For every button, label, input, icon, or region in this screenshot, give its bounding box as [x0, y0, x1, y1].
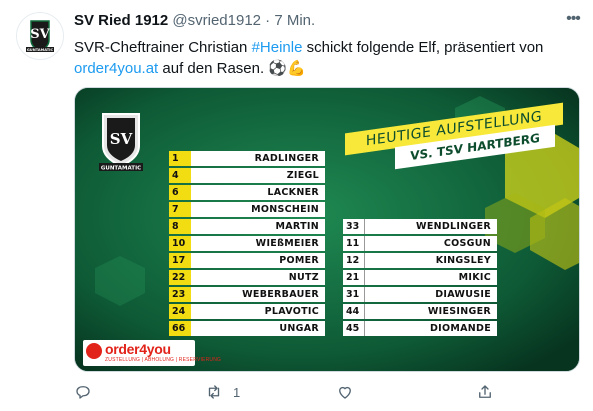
- url-link[interactable]: order4you.at: [74, 60, 158, 77]
- player-name: RADLINGER: [191, 151, 325, 166]
- substitute-player-row: 45 DIOMANDE: [343, 321, 497, 336]
- starting-player-row: 23 WEBERBAUER: [169, 287, 325, 302]
- club-logo-icon: SV GUNTAMATIC: [99, 113, 143, 172]
- tweet-header: SV Ried 1912 @svried1912 · 7 Min.: [74, 12, 315, 29]
- starting-player-row: 7 MONSCHEIN: [169, 202, 325, 217]
- hashtag-link[interactable]: #Heinle: [252, 39, 303, 56]
- retweet-icon: [208, 385, 220, 399]
- player-number: 45: [343, 321, 365, 336]
- player-name: WEBERBAUER: [191, 287, 325, 302]
- starting-player-row: 1 RADLINGER: [169, 151, 325, 166]
- starting-player-row: 66 UNGAR: [169, 321, 325, 336]
- player-number: 23: [169, 287, 191, 302]
- club-crest-icon: SV GUNTAMATIC: [17, 13, 63, 59]
- cutlery-icon: [86, 343, 102, 359]
- player-name: LACKNER: [191, 185, 325, 200]
- sponsor-tagline: ZUSTELLUNG | ABHOLUNG | RESERVIERUNG: [105, 357, 222, 363]
- player-number: 7: [169, 202, 191, 217]
- player-name: MONSCHEIN: [191, 202, 325, 217]
- player-name: WIESINGER: [365, 304, 497, 319]
- reply-icon: [76, 386, 90, 399]
- player-name: UNGAR: [191, 321, 325, 336]
- player-number: 31: [343, 287, 365, 302]
- player-number: 17: [169, 253, 191, 268]
- retweet-button[interactable]: 1: [205, 381, 240, 403]
- player-number: 8: [169, 219, 191, 234]
- starting-player-row: 6 LACKNER: [169, 185, 325, 200]
- starting-player-row: 10 WIEßMEIER: [169, 236, 325, 251]
- user-handle[interactable]: @svried1912: [172, 12, 261, 29]
- display-name[interactable]: SV Ried 1912: [74, 12, 168, 29]
- player-number: 11: [343, 236, 365, 251]
- lineup-image[interactable]: SV GUNTAMATIC HEUTIGE AUFSTELLUNG VS. TS…: [74, 87, 580, 372]
- starting-player-row: 22 NUTZ: [169, 270, 325, 285]
- player-name: DIAWUSIE: [365, 287, 497, 302]
- player-number: 21: [343, 270, 365, 285]
- player-number: 33: [343, 219, 365, 234]
- player-number: 10: [169, 236, 191, 251]
- player-name: KINGSLEY: [365, 253, 497, 268]
- tweet-text: SVR-Cheftrainer Christian #Heinle schick…: [74, 37, 574, 79]
- starting-player-row: 17 POMER: [169, 253, 325, 268]
- retweet-count: 1: [233, 384, 241, 400]
- player-name: POMER: [191, 253, 325, 268]
- player-name: MARTIN: [191, 219, 325, 234]
- player-name: WENDLINGER: [365, 219, 497, 234]
- like-button[interactable]: [336, 381, 364, 403]
- player-number: 24: [169, 304, 191, 319]
- player-name: WIEßMEIER: [191, 236, 325, 251]
- separator-dot: ·: [265, 12, 271, 29]
- player-name: DIOMANDE: [365, 321, 497, 336]
- avatar[interactable]: SV GUNTAMATIC: [16, 12, 64, 60]
- tweet-text-part: auf den Rasen. ⚽💪: [158, 60, 306, 77]
- tweet-actions: 1: [74, 381, 578, 405]
- player-number: 4: [169, 168, 191, 183]
- more-options-icon[interactable]: •••: [563, 11, 583, 32]
- heart-icon: [339, 386, 351, 399]
- player-number: 1: [169, 151, 191, 166]
- starting-player-row: 8 MARTIN: [169, 219, 325, 234]
- player-number: 12: [343, 253, 365, 268]
- substitute-player-row: 44 WIESINGER: [343, 304, 497, 319]
- player-name: NUTZ: [191, 270, 325, 285]
- timestamp[interactable]: 7 Min.: [274, 12, 315, 29]
- svg-text:SV: SV: [30, 27, 50, 42]
- starting-player-row: 4 ZIEGL: [169, 168, 325, 183]
- sponsor-logo: order4you ZUSTELLUNG | ABHOLUNG | RESERV…: [83, 340, 221, 366]
- tweet-text-part: SVR-Cheftrainer Christian: [74, 39, 252, 56]
- substitute-player-row: 21 MIKIC: [343, 270, 497, 285]
- svg-text:SV: SV: [110, 130, 133, 148]
- sponsor-brand: order4you: [105, 341, 171, 357]
- player-name: MIKIC: [365, 270, 497, 285]
- tweet-text-part: schickt folgende Elf, präsentiert von: [302, 39, 544, 56]
- svg-text:GUNTAMATIC: GUNTAMATIC: [27, 48, 54, 52]
- starting-player-row: 24 PLAVOTIC: [169, 304, 325, 319]
- player-name: ZIEGL: [191, 168, 325, 183]
- share-button[interactable]: [476, 381, 494, 403]
- substitute-player-row: 31 DIAWUSIE: [343, 287, 497, 302]
- share-icon: [479, 385, 491, 398]
- player-number: 6: [169, 185, 191, 200]
- svg-text:GUNTAMATIC: GUNTAMATIC: [101, 166, 141, 172]
- substitute-player-row: 33 WENDLINGER: [343, 219, 497, 234]
- player-name: COSGUN: [365, 236, 497, 251]
- player-number: 66: [169, 321, 191, 336]
- player-name: PLAVOTIC: [191, 304, 325, 319]
- substitute-player-row: 12 KINGSLEY: [343, 253, 497, 268]
- player-number: 22: [169, 270, 191, 285]
- player-number: 44: [343, 304, 365, 319]
- substitute-player-row: 11 COSGUN: [343, 236, 497, 251]
- reply-button[interactable]: [74, 381, 102, 403]
